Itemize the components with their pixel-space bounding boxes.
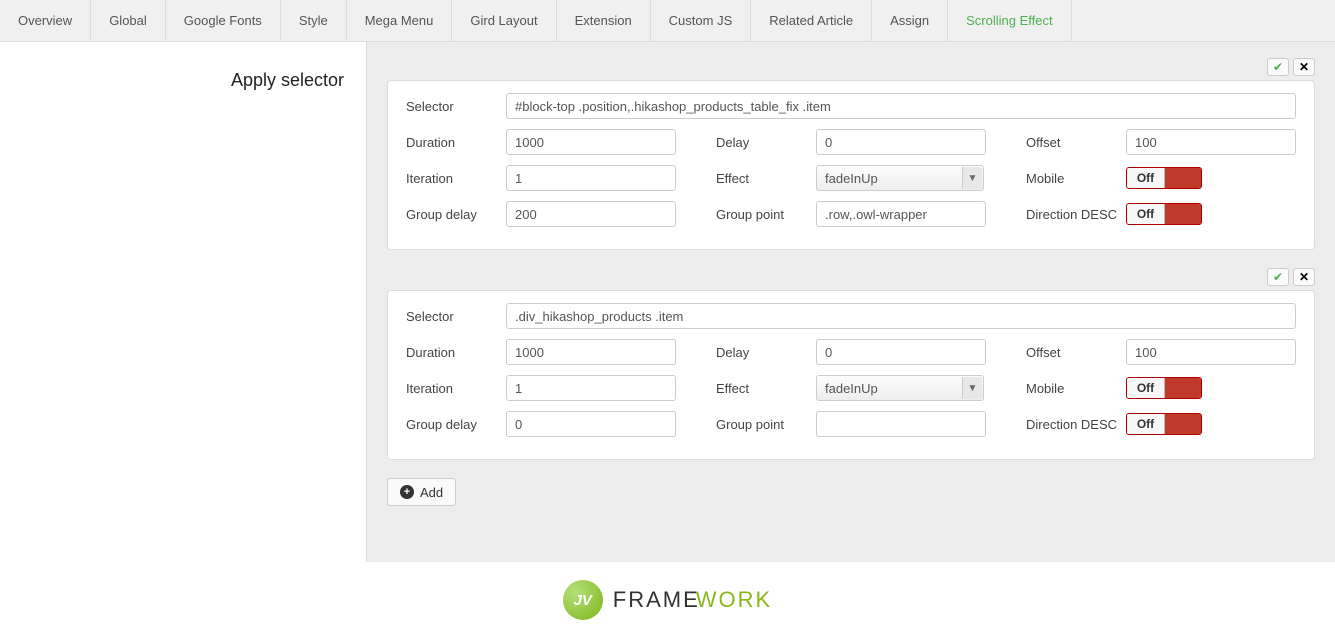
iteration-label: Iteration	[406, 381, 506, 396]
footer-word-work: WORK	[696, 587, 772, 612]
mobile-toggle[interactable]: Off	[1126, 167, 1202, 189]
page-title: Apply selector	[0, 70, 366, 91]
direction-desc-toggle-label: Off	[1127, 414, 1165, 434]
delay-input[interactable]	[816, 129, 986, 155]
selector-input[interactable]	[506, 303, 1296, 329]
mobile-toggle[interactable]: Off	[1126, 377, 1202, 399]
iteration-input[interactable]	[506, 375, 676, 401]
tab-related-article[interactable]: Related Article	[751, 0, 872, 41]
group-point-input[interactable]	[816, 201, 986, 227]
effect-select-dropdown-arrow[interactable]: ▼	[962, 377, 982, 399]
direction-desc-label: Direction DESC	[1026, 417, 1126, 432]
group-confirm-button[interactable]: ✔	[1267, 58, 1289, 76]
selector-group: Selector Duration Delay Offset Iteration Effe…	[387, 290, 1315, 460]
duration-input[interactable]	[506, 339, 676, 365]
footer-word-frame: FRAME	[613, 587, 700, 612]
delay-label: Delay	[716, 345, 816, 360]
duration-label: Duration	[406, 135, 506, 150]
offset-input[interactable]	[1126, 339, 1296, 365]
group-delay-label: Group delay	[406, 417, 506, 432]
direction-desc-toggle[interactable]: Off	[1126, 413, 1202, 435]
tab-scrolling-effect[interactable]: Scrolling Effect	[948, 0, 1071, 41]
effect-select[interactable]	[816, 165, 984, 191]
tab-style[interactable]: Style	[281, 0, 347, 41]
add-button-label: Add	[420, 485, 443, 500]
selector-input[interactable]	[506, 93, 1296, 119]
group-point-label: Group point	[716, 417, 816, 432]
mobile-label: Mobile	[1026, 171, 1126, 186]
selector-label: Selector	[406, 99, 506, 114]
delay-input[interactable]	[816, 339, 986, 365]
content-area: ✔✕SelectorDurationDelayOffsetIterationEf…	[367, 42, 1335, 562]
group-remove-button[interactable]: ✕	[1293, 268, 1315, 286]
group-remove-button[interactable]: ✕	[1293, 58, 1315, 76]
duration-label: Duration	[406, 345, 506, 360]
direction-desc-label: Direction DESC	[1026, 207, 1126, 222]
tab-custom-js[interactable]: Custom JS	[651, 0, 752, 41]
add-button[interactable]: + Add	[387, 478, 456, 506]
offset-label: Offset	[1026, 135, 1126, 150]
group-delay-label: Group delay	[406, 207, 506, 222]
footer: JV FRAMEWORK	[0, 562, 1335, 630]
iteration-input[interactable]	[506, 165, 676, 191]
plus-icon: +	[400, 485, 414, 499]
group-point-label: Group point	[716, 207, 816, 222]
mobile-toggle-label: Off	[1127, 378, 1165, 398]
tab-google-fonts[interactable]: Google Fonts	[166, 0, 281, 41]
effect-label: Effect	[716, 381, 816, 396]
offset-input[interactable]	[1126, 129, 1296, 155]
selector-label: Selector	[406, 309, 506, 324]
tab-assign[interactable]: Assign	[872, 0, 948, 41]
tab-gird-layout[interactable]: Gird Layout	[452, 0, 556, 41]
tab-global[interactable]: Global	[91, 0, 166, 41]
effect-label: Effect	[716, 171, 816, 186]
tab-overview[interactable]: Overview	[0, 0, 91, 41]
sidebar: Apply selector	[0, 42, 367, 562]
effect-select[interactable]	[816, 375, 984, 401]
direction-desc-toggle-label: Off	[1127, 204, 1165, 224]
tab-bar: OverviewGlobalGoogle FontsStyleMega Menu…	[0, 0, 1335, 42]
delay-label: Delay	[716, 135, 816, 150]
mobile-label: Mobile	[1026, 381, 1126, 396]
duration-input[interactable]	[506, 129, 676, 155]
tab-mega-menu[interactable]: Mega Menu	[347, 0, 453, 41]
group-point-input[interactable]	[816, 411, 986, 437]
mobile-toggle-label: Off	[1127, 168, 1165, 188]
tab-extension[interactable]: Extension	[557, 0, 651, 41]
effect-select-dropdown-arrow[interactable]: ▼	[962, 167, 982, 189]
group-delay-input[interactable]	[506, 201, 676, 227]
jv-logo-badge: JV	[563, 580, 603, 620]
iteration-label: Iteration	[406, 171, 506, 186]
group-delay-input[interactable]	[506, 411, 676, 437]
direction-desc-toggle[interactable]: Off	[1126, 203, 1202, 225]
group-confirm-button[interactable]: ✔	[1267, 268, 1289, 286]
offset-label: Offset	[1026, 345, 1126, 360]
selector-group: Selector Duration Delay Offset Iteration Effe…	[387, 80, 1315, 250]
